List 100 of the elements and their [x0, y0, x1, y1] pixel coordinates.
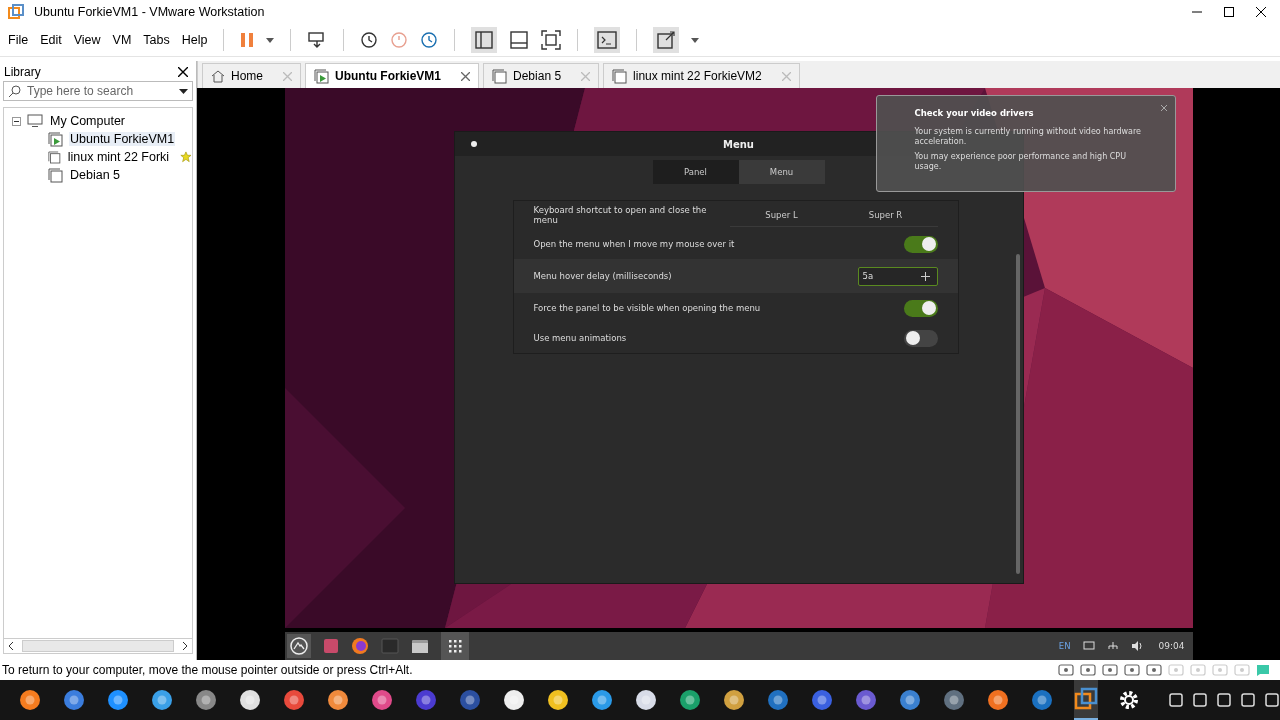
shortcut-button[interactable]: Super R — [833, 203, 938, 226]
keyboard-layout[interactable]: EN — [1058, 641, 1071, 651]
horizontal-scrollbar[interactable] — [3, 638, 193, 654]
caret-icon[interactable] — [266, 37, 275, 43]
settings-icon[interactable] — [1118, 689, 1140, 711]
notification-title: Check your video drivers — [914, 108, 1035, 118]
vm-icon — [612, 68, 628, 84]
scroll-right-icon[interactable] — [182, 642, 188, 650]
collapse-toggle[interactable] — [12, 116, 21, 126]
browser-icon[interactable] — [350, 637, 369, 655]
tab[interactable]: Ubuntu ForkieVM1 — [305, 63, 480, 88]
setting-label: Menu hover delay (milliseconds) — [533, 271, 672, 281]
search-field[interactable]: Type here to search — [3, 81, 193, 101]
running-vm-icon — [314, 68, 329, 84]
tree-item[interactable]: Debian 5 — [69, 168, 122, 182]
menu-item[interactable]: VM — [112, 33, 132, 47]
app-icon[interactable] — [766, 688, 790, 712]
sidebar-view-icon[interactable] — [471, 27, 498, 53]
app-icon[interactable] — [986, 688, 1010, 712]
menu-item[interactable]: File — [8, 33, 29, 47]
tab[interactable]: Home — [202, 63, 301, 88]
app-icon[interactable] — [810, 688, 834, 712]
tree-item[interactable]: Ubuntu ForkieVM1 — [69, 132, 176, 146]
library-title: Library — [4, 65, 41, 79]
device-icon[interactable] — [1058, 663, 1074, 677]
menu-item[interactable]: View — [73, 33, 101, 47]
app-icon[interactable] — [678, 688, 702, 712]
toggle-switch[interactable] — [903, 329, 938, 347]
app-logo-icon — [8, 4, 24, 20]
menu-item[interactable]: Tabs — [143, 33, 170, 47]
device-icon[interactable] — [1080, 663, 1096, 677]
app-grid-icon[interactable] — [440, 632, 469, 660]
snapshot-manager-icon[interactable] — [420, 31, 439, 49]
scroll-left-icon[interactable] — [8, 642, 14, 650]
caret-icon[interactable] — [179, 88, 188, 94]
vmware-icon[interactable] — [1074, 680, 1098, 720]
tab[interactable]: linux mint 22 ForkieVM2 — [603, 63, 800, 88]
app-icon[interactable] — [18, 688, 42, 712]
tab[interactable]: Debian 5 — [483, 63, 600, 88]
notification-text: You may experience poor performance and high CPU usage. — [914, 152, 1127, 172]
home-icon — [211, 69, 225, 83]
app-icon[interactable] — [62, 688, 86, 712]
computer-icon — [27, 114, 43, 128]
plus-icon[interactable] — [920, 271, 930, 281]
close-icon[interactable] — [178, 67, 188, 77]
menu-icon[interactable] — [286, 634, 311, 658]
window-title: Ubuntu ForkieVM1 - VMware Workstation — [34, 5, 265, 19]
scrollbar[interactable] — [1015, 254, 1020, 574]
maximize-icon[interactable] — [1224, 7, 1234, 17]
tab[interactable]: Panel — [652, 160, 739, 184]
setting-label: Force the panel to be visible when opening the menu — [533, 303, 761, 313]
app-icon[interactable] — [546, 688, 570, 712]
spin-field[interactable]: 5a — [857, 266, 938, 286]
setting-label: Keyboard shortcut to open and close the menu — [533, 205, 708, 225]
fullscreen-icon[interactable] — [541, 30, 562, 50]
shortcut-button[interactable]: Super L — [729, 203, 834, 226]
app-icon[interactable] — [634, 688, 658, 712]
app-icon[interactable] — [194, 688, 218, 712]
device-icon[interactable] — [1102, 663, 1118, 677]
display-icon[interactable] — [1082, 641, 1095, 651]
stretch-icon[interactable] — [653, 27, 680, 53]
window-icon[interactable] — [1168, 692, 1184, 708]
app-icon[interactable] — [150, 688, 174, 712]
caret-icon[interactable] — [691, 37, 700, 43]
close-icon[interactable] — [1256, 7, 1266, 17]
status-message: To return to your computer, move the mouse pointer outside or press Ctrl+Alt. — [2, 663, 413, 677]
app-icon[interactable] — [282, 688, 306, 712]
menu-item[interactable]: Help — [181, 33, 208, 47]
console-icon[interactable] — [594, 27, 621, 53]
volume-icon[interactable] — [1130, 641, 1143, 651]
notification-text: Your system is currently running without video hardware acceleration. — [914, 127, 1142, 147]
device-icon[interactable] — [1146, 663, 1162, 677]
app-icon[interactable] — [942, 688, 966, 712]
app-icon[interactable] — [238, 688, 262, 712]
thumbnail-view-icon[interactable] — [509, 30, 530, 50]
tree-item[interactable]: linux mint 22 Forki — [66, 150, 171, 164]
device-icon[interactable] — [1124, 663, 1140, 677]
menu-item[interactable]: Edit — [40, 33, 62, 47]
app-icon[interactable] — [1216, 692, 1232, 708]
tree-item[interactable]: My Computer — [49, 114, 127, 128]
snapshot-icon[interactable] — [360, 31, 379, 49]
toggle-switch[interactable] — [903, 235, 938, 253]
clock: 09:04 — [1158, 641, 1185, 651]
toggle-switch[interactable] — [903, 299, 938, 317]
pause-icon[interactable] — [240, 32, 255, 48]
dialog-title: Menu — [723, 138, 754, 150]
vm-icon — [492, 68, 508, 84]
folder-icon[interactable] — [410, 638, 429, 654]
app-icon[interactable] — [502, 688, 526, 712]
app-icon[interactable] — [106, 688, 130, 712]
app-icon[interactable] — [326, 688, 350, 712]
app-icon[interactable] — [854, 688, 878, 712]
app-icon[interactable] — [1030, 688, 1054, 712]
app-icon[interactable] — [722, 688, 746, 712]
app-icon[interactable] — [370, 688, 394, 712]
window-menu-icon[interactable] — [470, 141, 477, 147]
app-icon[interactable] — [590, 688, 614, 712]
app-icon[interactable] — [898, 688, 922, 712]
tab[interactable]: Menu — [738, 160, 825, 184]
network-icon[interactable] — [1106, 641, 1119, 651]
